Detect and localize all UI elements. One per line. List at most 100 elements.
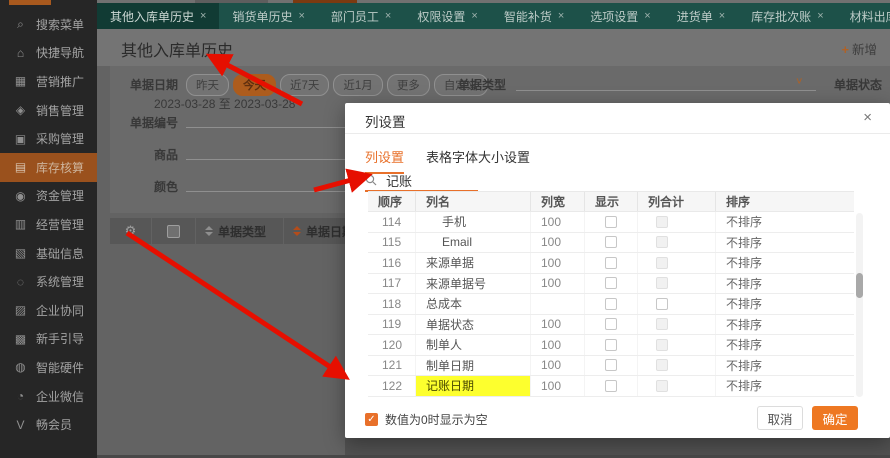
total-checkbox[interactable] [656,216,668,228]
cell-sort[interactable]: 不排序 [716,294,854,314]
show-checkbox[interactable] [605,257,617,269]
tab-close-icon[interactable]: × [719,10,725,22]
cell-width[interactable] [531,294,585,314]
select-all-checkbox[interactable] [167,225,180,238]
date-option-pill[interactable]: 昨天 [186,74,229,96]
table-row: 122 记账日期 100 不排序 [368,376,854,397]
date-option-pill[interactable]: 今天 [233,74,276,96]
zero-empty-checkbox[interactable]: ✓ 数值为0时显示为空 [365,411,488,428]
show-checkbox[interactable] [605,339,617,351]
cell-show [585,294,638,314]
sidebar-item[interactable]: ▣ 采购管理 [0,124,97,153]
page-tab[interactable]: 部门员工 × [318,3,404,29]
column-settings-gear-icon[interactable]: ⚙ [110,218,152,244]
total-checkbox[interactable] [656,298,668,310]
doc-type-label: 单据类型 [450,76,506,93]
total-checkbox[interactable] [656,339,668,351]
total-checkbox[interactable] [656,380,668,392]
page-tab[interactable]: 权限设置 × [404,3,490,29]
grid-column-header[interactable]: 单据类型 [196,218,284,244]
date-option-pill[interactable]: 近1月 [333,74,382,96]
doc-no-label: 单据编号 [122,114,178,131]
page-tab[interactable]: 其他入库单历史 × [97,3,219,29]
show-checkbox[interactable] [605,216,617,228]
cell-width[interactable]: 100 [531,315,585,335]
tab-close-icon[interactable]: × [471,10,477,22]
cancel-button[interactable]: 取消 [757,406,803,430]
sidebar-item[interactable]: V 畅会员 [0,410,97,439]
cell-width[interactable]: 100 [531,376,585,396]
table-row: 114 手机 100 不排序 [368,212,854,233]
tab-close-icon[interactable]: × [817,10,823,22]
sidebar-item[interactable]: ⌕ 搜索菜单 [0,10,97,39]
add-new-button[interactable]: +新增 [842,39,877,58]
table-scrollbar[interactable] [856,213,863,397]
cell-width[interactable]: 100 [531,253,585,273]
cell-sort[interactable]: 不排序 [716,356,854,376]
total-checkbox[interactable] [656,318,668,330]
scrollbar-thumb[interactable] [856,273,863,298]
cell-width[interactable]: 100 [531,274,585,294]
page-tab[interactable]: 销货单历史 × [219,3,317,29]
total-checkbox[interactable] [656,257,668,269]
sort-arrows-icon[interactable] [205,226,213,236]
page-tab[interactable]: 进货单 × [664,3,738,29]
cell-sort[interactable]: 不排序 [716,315,854,335]
tab-close-icon[interactable]: × [200,10,206,22]
cell-sort[interactable]: 不排序 [716,376,854,396]
chevron-down-icon[interactable]: ˅ [796,76,802,88]
sidebar-item[interactable]: ◍ 智能硬件 [0,353,97,382]
page-tab[interactable]: 材料出库单历史 × [837,3,890,29]
sidebar-item[interactable]: ⌂ 快捷导航 [0,39,97,68]
page-tab[interactable]: 智能补货 × [491,3,577,29]
cell-width[interactable]: 100 [531,233,585,253]
sidebar-item[interactable]: ▤ 库存核算 [0,153,97,182]
show-checkbox[interactable] [605,236,617,248]
sidebar-item[interactable]: ▩ 新手引导 [0,325,97,354]
cell-width[interactable]: 100 [531,335,585,355]
show-checkbox[interactable] [605,359,617,371]
sidebar-item[interactable]: ◈ 销售管理 [0,96,97,125]
tab-close-icon[interactable]: × [298,10,304,22]
confirm-button[interactable]: 确定 [812,406,858,430]
column-search-input[interactable]: 记账 [365,170,478,192]
date-option-pill[interactable]: 近7天 [280,74,329,96]
sidebar-item[interactable]: ▥ 经营管理 [0,210,97,239]
show-checkbox[interactable] [605,318,617,330]
cell-sort[interactable]: 不排序 [716,274,854,294]
cell-show [585,274,638,294]
page-tab[interactable]: 选项设置 × [577,3,663,29]
sort-arrows-icon[interactable] [293,226,301,236]
tab-close-icon[interactable]: × [385,10,391,22]
modal-footer: ✓ 数值为0时显示为空 取消 确定 [345,400,890,438]
total-checkbox[interactable] [656,359,668,371]
sidebar-item[interactable]: ◉ 资金管理 [0,182,97,211]
total-checkbox[interactable] [656,277,668,289]
cell-width[interactable]: 100 [531,212,585,232]
tab-close-icon[interactable]: × [558,10,564,22]
show-checkbox[interactable] [605,380,617,392]
close-icon[interactable]: × [863,109,872,126]
tab-close-icon[interactable]: × [644,10,650,22]
annotation-arrow-row [127,233,344,376]
doc-type-select[interactable] [516,73,816,91]
sidebar-item[interactable]: ▦ 营销推广 [0,67,97,96]
tab-label: 材料出库单历史 [850,8,890,25]
sidebar-item[interactable]: ◌ 系统管理 [0,267,97,296]
show-checkbox[interactable] [605,277,617,289]
sidebar-item-label: 畅会员 [36,416,72,433]
sidebar-item[interactable]: ▨ 企业协同 [0,296,97,325]
cell-order: 120 [368,335,416,355]
total-checkbox[interactable] [656,236,668,248]
sidebar-item[interactable]: ▧ 基础信息 [0,239,97,268]
show-checkbox[interactable] [605,298,617,310]
page-tab[interactable]: 库存批次账 × [738,3,836,29]
cell-width[interactable]: 100 [531,356,585,376]
date-option-pill[interactable]: 更多 [387,74,430,96]
sidebar-item[interactable]: ◔ 企业微信 [0,382,97,411]
cell-sort[interactable]: 不排序 [716,253,854,273]
cell-sort[interactable]: 不排序 [716,212,854,232]
sidebar-item-icon: ⌕ [13,17,28,32]
cell-sort[interactable]: 不排序 [716,335,854,355]
cell-sort[interactable]: 不排序 [716,233,854,253]
